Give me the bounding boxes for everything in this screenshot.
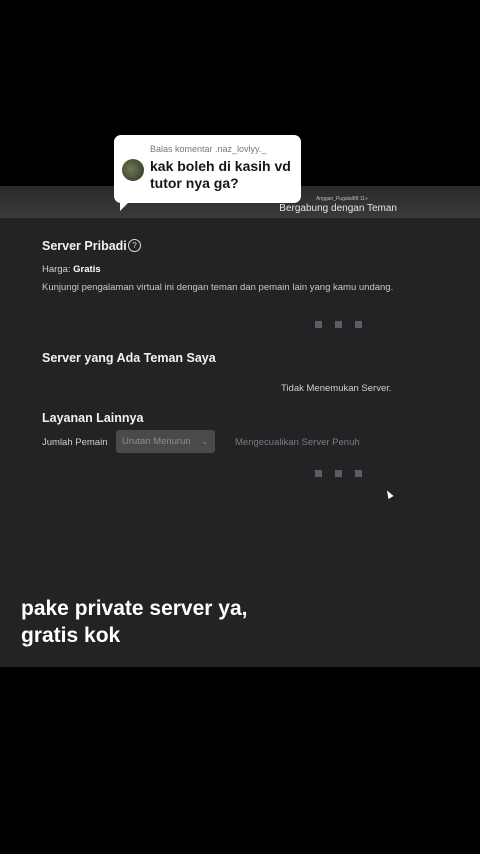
caption-line-2: gratis kok xyxy=(21,624,121,647)
loading-dot xyxy=(355,470,362,477)
loading-dot xyxy=(355,321,362,328)
loading-indicator xyxy=(315,321,362,328)
comment-bubble: Balas komentar .naz_lovlyy._ kak boleh d… xyxy=(114,135,301,211)
loading-dot xyxy=(315,470,322,477)
loading-dot xyxy=(335,321,342,328)
sort-value: Urutan Menurun xyxy=(122,436,191,447)
username-small: Anggan_Pugatai88 11+ xyxy=(315,196,368,202)
loading-dot xyxy=(335,470,342,477)
sort-label: Jumlah Pemain xyxy=(42,437,108,448)
video-caption: pake private server ya, gratis kok xyxy=(21,595,321,649)
reply-label: Balas komentar .naz_lovlyy._ xyxy=(150,144,267,154)
price-label: Harga: xyxy=(42,264,71,275)
exclude-full-servers[interactable]: Mengecualikan Server Penuh xyxy=(235,437,360,448)
other-servers-title: Layanan Lainnya xyxy=(42,411,144,425)
caption-line-1: pake private server ya, xyxy=(21,597,248,620)
join-friends-label[interactable]: Bergabung dengan Teman xyxy=(279,203,397,214)
chevron-down-icon: ⌄ xyxy=(201,437,208,446)
private-server-description: Kunjungi pengalaman virtual ini dengan t… xyxy=(42,282,394,293)
avatar xyxy=(122,159,144,181)
comment-text: kak boleh di kasih vd tutor nya ga? xyxy=(150,158,291,191)
private-server-title: Server Pribadi xyxy=(42,239,127,253)
no-server-message: Tidak Menemukan Server. xyxy=(281,383,392,394)
friends-servers-title: Server yang Ada Teman Saya xyxy=(42,351,216,365)
sort-dropdown[interactable]: Urutan Menurun ⌄ xyxy=(116,430,215,453)
loading-dot xyxy=(315,321,322,328)
question-circle-icon[interactable]: ? xyxy=(128,239,141,252)
price-value: Gratis xyxy=(73,264,101,275)
price-row: Harga: Gratis xyxy=(42,264,101,275)
loading-indicator xyxy=(315,470,362,477)
